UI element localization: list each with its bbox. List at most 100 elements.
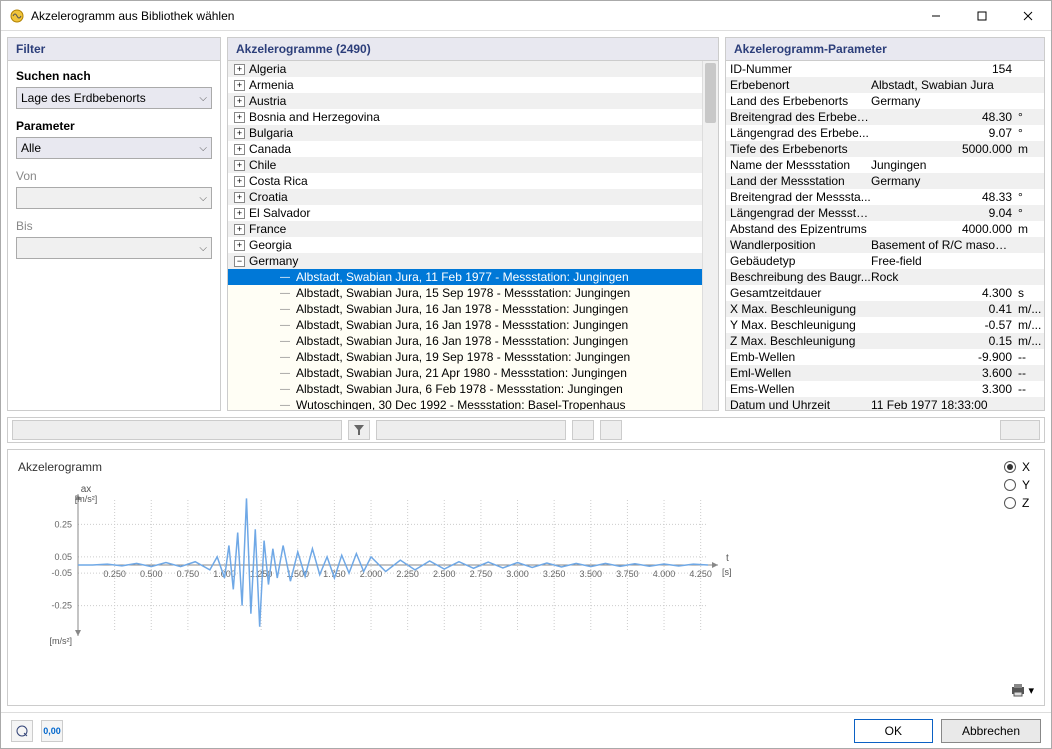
svg-text:4.000: 4.000 <box>653 569 676 579</box>
expand-icon[interactable]: + <box>234 160 245 171</box>
expand-icon[interactable]: + <box>234 144 245 155</box>
toolbar-btn-1[interactable] <box>572 420 594 440</box>
param-key: Emb-Wellen <box>726 350 871 364</box>
expand-icon[interactable]: + <box>234 128 245 139</box>
tree-country[interactable]: +El Salvador <box>228 205 718 221</box>
tree-body[interactable]: +Algeria+Armenia+Austria+Bosnia and Herz… <box>228 61 718 410</box>
tree-record[interactable]: — Wutoschingen, 30 Dec 1992 - Messstation… <box>228 397 718 410</box>
tree-record[interactable]: —Albstadt, Swabian Jura, 15 Sep 1978 - M… <box>228 285 718 301</box>
app-icon <box>9 8 25 24</box>
axis-radio-group: X Y Z <box>1004 460 1030 514</box>
units-button[interactable]: 0,00 <box>41 720 63 742</box>
toolbar-btn-3[interactable] <box>1000 420 1040 440</box>
tree-country[interactable]: +Costa Rica <box>228 173 718 189</box>
parameter-panel: Akzelerogramm-Parameter ID-Nummer154Erbe… <box>725 37 1045 411</box>
scroll-thumb[interactable] <box>705 63 716 123</box>
von-label: Von <box>16 169 212 183</box>
param-row: ErbebenortAlbstadt, Swabian Jura <box>726 77 1044 93</box>
tree-country[interactable]: +Armenia <box>228 77 718 93</box>
toolbar-combo-2[interactable] <box>376 420 566 440</box>
tree-country[interactable]: +Austria <box>228 93 718 109</box>
param-unit: ° <box>1016 206 1044 220</box>
collapse-icon[interactable]: − <box>234 256 245 267</box>
param-key: Land der Messstation <box>726 174 871 188</box>
axis-radio-y[interactable]: Y <box>1004 478 1030 492</box>
param-key: Z Max. Beschleunigung <box>726 334 871 348</box>
tree-country[interactable]: + Algeria <box>228 61 718 77</box>
param-row: Datum und Uhrzeit11 Feb 1977 18:33:00 <box>726 397 1044 410</box>
tree-record[interactable]: —Albstadt, Swabian Jura, 16 Jan 1978 - M… <box>228 301 718 317</box>
param-unit: m/... <box>1016 302 1044 316</box>
expand-icon[interactable]: + <box>234 112 245 123</box>
tree-country[interactable]: + Bosnia and Herzegovina <box>228 109 718 125</box>
tree-country[interactable]: +Croatia <box>228 189 718 205</box>
param-select[interactable]: Alle ⌵ <box>16 137 212 159</box>
tree-record[interactable]: —Albstadt, Swabian Jura, 11 Feb 1977 - M… <box>228 269 718 285</box>
print-button[interactable]: ▾ <box>1010 683 1034 697</box>
tree-country[interactable]: −Germany <box>228 253 718 269</box>
axis-radio-x[interactable]: X <box>1004 460 1030 474</box>
param-key: X Max. Beschleunigung <box>726 302 871 316</box>
expand-icon[interactable]: + <box>234 192 245 203</box>
help-button[interactable] <box>11 720 33 742</box>
svg-text:4.250: 4.250 <box>689 569 712 579</box>
tree-record[interactable]: —Albstadt, Swabian Jura, 16 Jan 1978 - M… <box>228 333 718 349</box>
close-button[interactable] <box>1005 1 1051 31</box>
tree-country-label: Georgia <box>249 238 292 252</box>
ok-button[interactable]: OK <box>854 719 933 743</box>
tree-country[interactable]: +Bulgaria <box>228 125 718 141</box>
toolbar-combo-1[interactable] <box>12 420 342 440</box>
radio-icon <box>1004 497 1016 509</box>
tree-record[interactable]: —Albstadt, Swabian Jura, 19 Sep 1978 - M… <box>228 349 718 365</box>
tree-country-label: Bosnia and Herzegovina <box>249 110 380 124</box>
param-label: Parameter <box>16 119 212 133</box>
svg-text:0.500: 0.500 <box>140 569 163 579</box>
radio-icon <box>1004 461 1016 473</box>
param-value: 48.30 <box>871 110 1016 124</box>
tree-country-label: Canada <box>249 142 291 156</box>
tree-branch-icon: — <box>280 368 290 379</box>
param-row: Tiefe des Erbebenorts5000.000m <box>726 141 1044 157</box>
dialog-window: Akzelerogramm aus Bibliothek wählen Filt… <box>0 0 1052 749</box>
expand-icon[interactable]: + <box>234 80 245 91</box>
scrollbar[interactable] <box>702 61 718 410</box>
tree-country[interactable]: +Chile <box>228 157 718 173</box>
tree-country[interactable]: + Canada <box>228 141 718 157</box>
param-row: Land des ErbebenortsGermany <box>726 93 1044 109</box>
minimize-button[interactable] <box>913 1 959 31</box>
filter-icon-button[interactable] <box>348 420 370 440</box>
tree-branch-icon: — <box>280 400 290 411</box>
param-key: Eml-Wellen <box>726 366 871 380</box>
chevron-down-icon: ⌵ <box>199 143 207 154</box>
expand-icon[interactable]: + <box>234 96 245 107</box>
expand-icon[interactable]: + <box>234 208 245 219</box>
param-key: Breitengrad der Messsta... <box>726 190 871 204</box>
cancel-button[interactable]: Abbrechen <box>941 719 1041 743</box>
svg-text:2.750: 2.750 <box>470 569 493 579</box>
toolbar-btn-2[interactable] <box>600 420 622 440</box>
tree-record[interactable]: —Albstadt, Swabian Jura, 16 Jan 1978 - M… <box>228 317 718 333</box>
expand-icon[interactable]: + <box>234 224 245 235</box>
svg-text:3.250: 3.250 <box>543 569 566 579</box>
expand-icon[interactable]: + <box>234 176 245 187</box>
tree-record[interactable]: —Albstadt, Swabian Jura, 21 Apr 1980 - M… <box>228 365 718 381</box>
tree-country-label: Algeria <box>249 62 286 76</box>
param-value: Rock <box>871 270 1016 284</box>
param-row: Längengrad des Erbebe...9.07° <box>726 125 1044 141</box>
tree-country[interactable]: +France <box>228 221 718 237</box>
expand-icon[interactable]: + <box>234 64 245 75</box>
param-value: 154 <box>871 62 1016 76</box>
param-row: Emb-Wellen-9.900-- <box>726 349 1044 365</box>
param-row: Abstand des Epizentrums4000.000m <box>726 221 1044 237</box>
param-value: 0.41 <box>871 302 1016 316</box>
maximize-button[interactable] <box>959 1 1005 31</box>
tree-country[interactable]: + Georgia <box>228 237 718 253</box>
search-select[interactable]: Lage des Erdbebenorts ⌵ <box>16 87 212 109</box>
axis-radio-z[interactable]: Z <box>1004 496 1030 510</box>
tree-record-label: Wutoschingen, 30 Dec 1992 - Messstation:… <box>296 398 626 410</box>
tree-record-label: Albstadt, Swabian Jura, 19 Sep 1978 - Me… <box>296 350 630 364</box>
expand-icon[interactable]: + <box>234 240 245 251</box>
tree-record[interactable]: —Albstadt, Swabian Jura, 6 Feb 1978 - Me… <box>228 381 718 397</box>
svg-text:3.000: 3.000 <box>506 569 529 579</box>
svg-text:3.500: 3.500 <box>580 569 603 579</box>
